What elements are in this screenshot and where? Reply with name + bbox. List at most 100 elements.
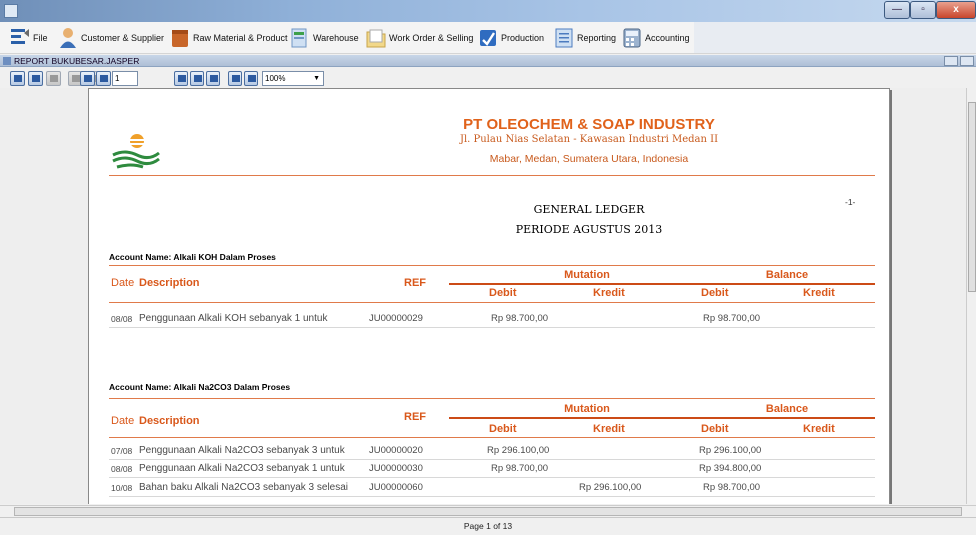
- balance-kredit-header: Kredit: [803, 287, 835, 299]
- zoom-in-icon: [232, 75, 240, 82]
- horizontal-scrollbar[interactable]: [0, 505, 976, 517]
- group-header-rule: [449, 283, 875, 285]
- report-period: PERIODE AGUSTUS 2013: [515, 223, 663, 236]
- row-ref: JU00000030: [369, 463, 423, 474]
- print-report-button[interactable]: [28, 71, 43, 86]
- vertical-scrollbar[interactable]: [966, 88, 976, 504]
- fit-width-button[interactable]: [206, 71, 220, 86]
- row-divider: [109, 496, 875, 497]
- zoom-out-icon: [248, 75, 256, 82]
- company-address-line1: Jl. Pulau Nias Selatan - Kawasan Industr…: [459, 134, 719, 145]
- menu-accounting-label: Accounting: [645, 33, 690, 43]
- report-viewport: PT OLEOCHEM & SOAP INDUSTRY Jl. Pulau Ni…: [0, 88, 966, 504]
- page-number-input[interactable]: 1: [112, 71, 138, 86]
- menu-raw-material-product-label: Raw Material & Product: [193, 33, 288, 43]
- menu-reporting[interactable]: Reporting: [554, 25, 616, 51]
- account-name: Account Name: Alkali Na2CO3 Dalam Proses: [109, 382, 291, 392]
- row-balance-debit: Rp 98.700,00: [703, 313, 761, 324]
- report-frame-icon: [3, 57, 11, 65]
- row-divider: [109, 477, 875, 478]
- person-icon: [60, 28, 76, 48]
- zoom-in-button[interactable]: [228, 71, 242, 86]
- close-button[interactable]: x: [936, 1, 976, 19]
- row-ref: JU00000020: [369, 445, 423, 456]
- balance-header: Balance: [765, 269, 809, 281]
- next-page-button[interactable]: [80, 71, 95, 86]
- save-icon: [14, 75, 22, 82]
- next-page-icon: [84, 75, 92, 82]
- row-balance-debit: Rp 394.800,00: [699, 463, 762, 474]
- mutation-kredit-header: Kredit: [593, 287, 625, 299]
- row-mutation-debit: Rp 98.700,00: [491, 463, 549, 474]
- menu-production[interactable]: Production: [478, 25, 544, 51]
- zoom-select[interactable]: 100% ▼: [262, 71, 324, 86]
- table-top-rule: [109, 265, 875, 266]
- row-balance-debit: Rp 98.700,00: [703, 482, 761, 493]
- reload-button[interactable]: [46, 71, 61, 86]
- minimize-button[interactable]: —: [884, 1, 910, 19]
- date-header: Date: [111, 415, 135, 427]
- menu-work-order-selling-label: Work Order & Selling: [389, 33, 474, 43]
- menu-reporting-label: Reporting: [577, 33, 617, 43]
- report-icon: [555, 28, 573, 48]
- table-top-rule: [109, 398, 875, 399]
- folder-icon: [366, 29, 386, 48]
- row-date: 07/08: [111, 446, 133, 456]
- mutation-kredit-header: Kredit: [593, 423, 625, 435]
- fit-page-icon: [194, 75, 202, 82]
- vertical-scroll-thumb[interactable]: [968, 102, 976, 292]
- save-report-button[interactable]: [10, 71, 25, 86]
- restore-button[interactable]: ▫: [910, 1, 936, 19]
- mutation-header: Mutation: [564, 403, 610, 415]
- mutation-header: Mutation: [564, 269, 610, 281]
- mutation-debit-header: Debit: [489, 287, 517, 299]
- header-bottom-rule: [109, 437, 875, 438]
- print-icon: [32, 75, 40, 82]
- ref-header: REF: [404, 277, 426, 289]
- menu-customer-supplier[interactable]: Customer & Supplier: [58, 25, 164, 51]
- row-ref: JU00000060: [369, 482, 423, 493]
- menu-work-order-selling[interactable]: Work Order & Selling: [366, 25, 473, 51]
- balance-header: Balance: [765, 403, 809, 415]
- menu-warehouse[interactable]: Warehouse: [290, 25, 359, 51]
- horizontal-scroll-thumb[interactable]: [14, 507, 962, 516]
- menu-warehouse-label: Warehouse: [313, 33, 359, 43]
- chevron-down-icon: ▼: [313, 75, 320, 82]
- first-page-icon: [72, 75, 80, 82]
- file-icon: [11, 29, 29, 44]
- menu-accounting[interactable]: Accounting: [622, 25, 690, 51]
- actual-size-button[interactable]: [174, 71, 188, 86]
- fit-page-button[interactable]: [190, 71, 204, 86]
- last-page-button[interactable]: [96, 71, 111, 86]
- actual-size-icon: [178, 75, 186, 82]
- row-description: Penggunaan Alkali Na2CO3 sebanyak 1 untu…: [139, 463, 345, 474]
- production-icon: [480, 30, 496, 46]
- company-address-line2: Mabar, Medan, Sumatera Utara, Indonesia: [489, 153, 689, 165]
- date-header: Date: [111, 277, 135, 289]
- row-description: Penggunaan Alkali KOH sebanyak 1 untuk: [139, 313, 328, 324]
- report-frame-title: REPORT BUKUBESAR.JASPER: [14, 56, 140, 66]
- menu-raw-material-product[interactable]: Raw Material & Product: [170, 25, 288, 51]
- header-bottom-rule: [109, 302, 875, 303]
- balance-debit-header: Debit: [701, 287, 729, 299]
- menu-production-label: Production: [501, 33, 545, 43]
- row-mutation-kredit: Rp 296.100,00: [579, 482, 642, 493]
- app-icon: [4, 4, 18, 18]
- company-name: PT OLEOCHEM & SOAP INDUSTRY: [463, 116, 715, 133]
- frame-restore-button[interactable]: [944, 56, 958, 66]
- page-count-label: Page 1 of 13: [463, 521, 513, 531]
- ref-header: REF: [404, 411, 426, 423]
- header-divider: [109, 175, 875, 176]
- balance-kredit-header: Kredit: [803, 423, 835, 435]
- zoom-out-button[interactable]: [244, 71, 258, 86]
- row-mutation-debit: Rp 98.700,00: [491, 313, 549, 324]
- menu-file[interactable]: File: [10, 25, 48, 51]
- report-toolbar: 1 100% ▼: [0, 68, 976, 88]
- row-date: 08/08: [111, 314, 133, 324]
- frame-close-button[interactable]: [960, 56, 974, 66]
- row-divider: [109, 459, 875, 460]
- account-name: Account Name: Alkali KOH Dalam Proses: [109, 252, 276, 262]
- accounting-icon: [623, 28, 641, 48]
- report-title: GENERAL LEDGER: [533, 203, 645, 216]
- row-divider: [109, 327, 875, 328]
